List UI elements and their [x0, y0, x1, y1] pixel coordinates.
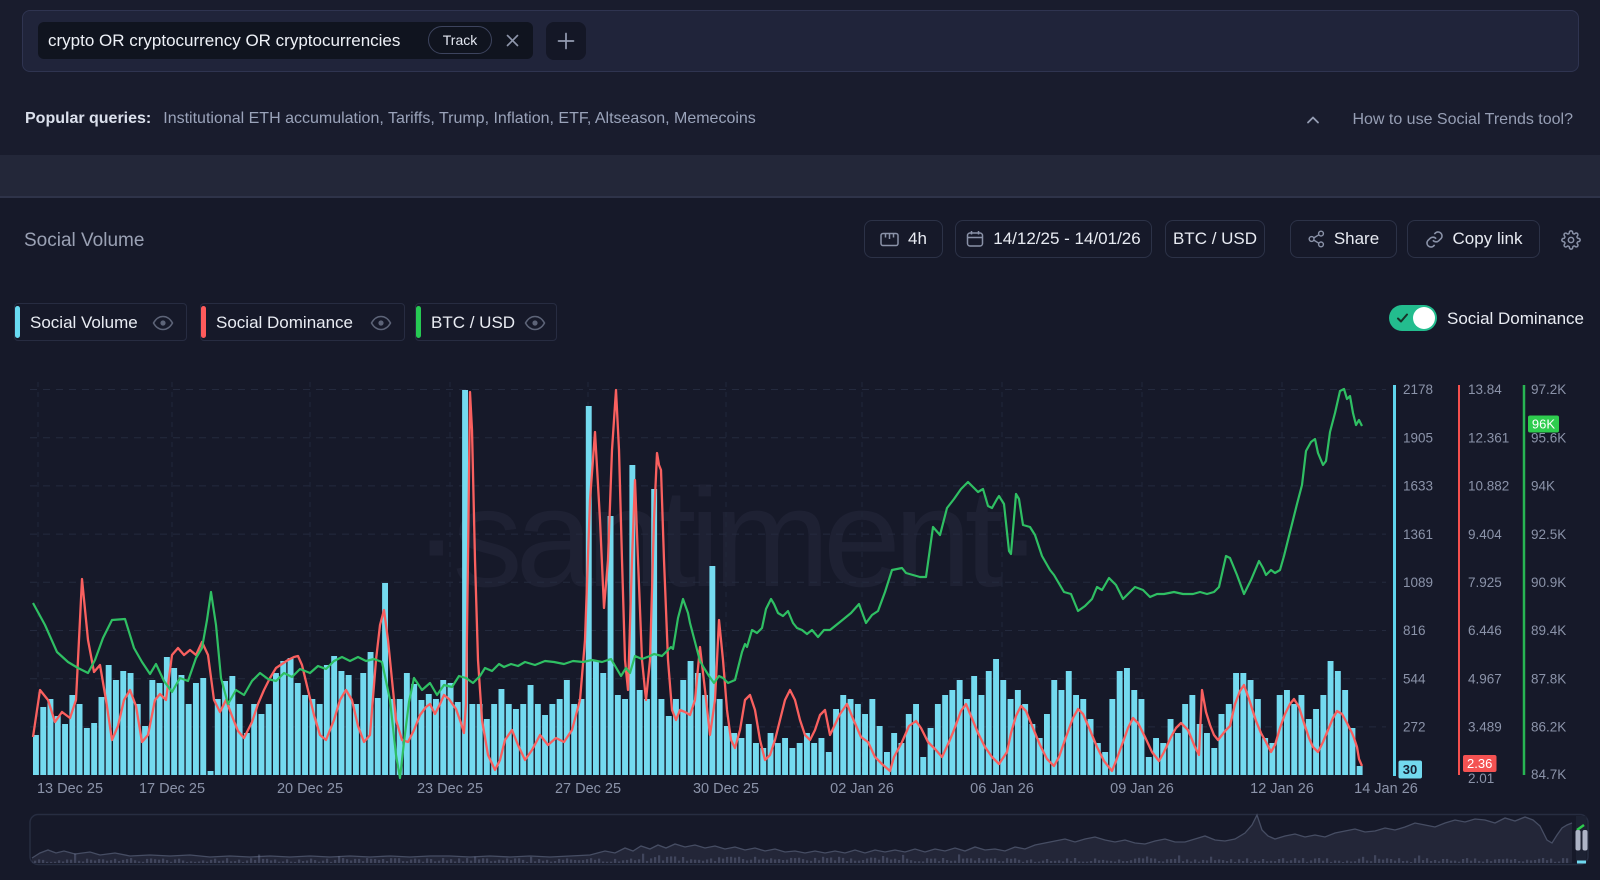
- svg-text:2178: 2178: [1403, 382, 1433, 397]
- svg-text:30: 30: [1403, 762, 1417, 777]
- svg-text:9.404: 9.404: [1468, 527, 1502, 542]
- svg-text:2.36: 2.36: [1467, 756, 1492, 771]
- svg-text:1089: 1089: [1403, 575, 1433, 590]
- svg-text:96K: 96K: [1532, 417, 1555, 432]
- svg-text:1361: 1361: [1403, 527, 1433, 542]
- svg-text:272: 272: [1403, 720, 1426, 735]
- svg-text:1633: 1633: [1403, 479, 1433, 494]
- svg-text:4.967: 4.967: [1468, 671, 1502, 686]
- svg-text:95.6K: 95.6K: [1531, 430, 1566, 445]
- svg-text:30 Dec 25: 30 Dec 25: [693, 781, 759, 797]
- svg-text:3.489: 3.489: [1468, 720, 1502, 735]
- svg-text:06 Jan 26: 06 Jan 26: [970, 781, 1034, 797]
- svg-text:6.446: 6.446: [1468, 623, 1502, 638]
- svg-text:02 Jan 26: 02 Jan 26: [830, 781, 894, 797]
- svg-text:2.01: 2.01: [1468, 771, 1494, 786]
- svg-text:816: 816: [1403, 623, 1426, 638]
- svg-text:544: 544: [1403, 671, 1426, 686]
- svg-text:12.361: 12.361: [1468, 430, 1509, 445]
- svg-text:27 Dec 25: 27 Dec 25: [555, 781, 621, 797]
- svg-text:92.5K: 92.5K: [1531, 527, 1566, 542]
- svg-text:09 Jan 26: 09 Jan 26: [1110, 781, 1174, 797]
- svg-text:1905: 1905: [1403, 430, 1433, 445]
- svg-text:90.9K: 90.9K: [1531, 575, 1566, 590]
- svg-text:13.84: 13.84: [1468, 382, 1502, 397]
- svg-text:12 Jan 26: 12 Jan 26: [1250, 781, 1314, 797]
- svg-text:84.7K: 84.7K: [1531, 767, 1566, 782]
- svg-text:14 Jan 26: 14 Jan 26: [1354, 781, 1418, 797]
- svg-text:23 Dec 25: 23 Dec 25: [417, 781, 483, 797]
- svg-text:86.2K: 86.2K: [1531, 720, 1566, 735]
- svg-text:89.4K: 89.4K: [1531, 623, 1566, 638]
- svg-text:87.8K: 87.8K: [1531, 671, 1566, 686]
- svg-text:17 Dec 25: 17 Dec 25: [139, 781, 205, 797]
- svg-text:7.925: 7.925: [1468, 575, 1502, 590]
- svg-text:97.2K: 97.2K: [1531, 382, 1566, 397]
- svg-text:94K: 94K: [1531, 479, 1555, 494]
- svg-text:10.882: 10.882: [1468, 479, 1509, 494]
- svg-text:20 Dec 25: 20 Dec 25: [277, 781, 343, 797]
- svg-text:13 Dec 25: 13 Dec 25: [37, 781, 103, 797]
